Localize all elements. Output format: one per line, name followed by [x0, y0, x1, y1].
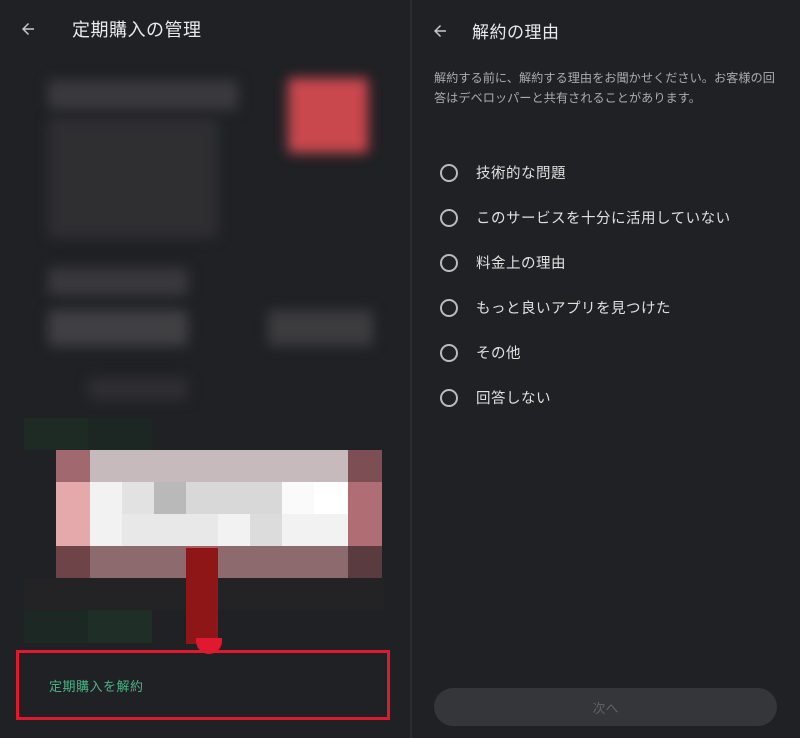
blurred-app-name — [48, 80, 238, 110]
annotation-arrow-stem — [186, 548, 218, 644]
radio-button-icon[interactable] — [440, 163, 458, 182]
reason-option-label: 回答しない — [476, 391, 551, 407]
page-title: 定期購入の管理 — [72, 20, 202, 41]
reason-option[interactable]: このサービスを十分に活用していない — [440, 195, 780, 240]
intro-text: 解約する前に、解約する理由をお聞かせください。お客様の回答はデベロッパーと共有さ… — [434, 71, 775, 105]
reason-option-label: 技術的な問題 — [476, 166, 566, 182]
reason-option[interactable]: 技術的な問題 — [440, 150, 780, 195]
reason-option[interactable]: もっと良いアプリを見つけた — [440, 285, 780, 330]
reason-options: 技術的な問題 このサービスを十分に活用していない 料金上の理由 もっと良いアプリ… — [440, 150, 780, 420]
radio-button-icon[interactable] — [440, 388, 458, 407]
reason-option[interactable]: その他 — [440, 330, 780, 375]
blurred-row-4 — [88, 378, 188, 400]
reason-option[interactable]: 回答しない — [440, 375, 780, 420]
radio-button-icon[interactable] — [440, 298, 458, 317]
reason-option[interactable]: 料金上の理由 — [440, 240, 780, 285]
cancellation-reason-panel: 解約の理由 解約する前に、解約する理由をお聞かせください。お客様の回答はデベロッ… — [412, 0, 800, 738]
reason-option-label: このサービスを十分に活用していない — [476, 211, 731, 227]
blurred-app-details — [48, 118, 218, 238]
reason-option-label: もっと良いアプリを見つけた — [476, 301, 671, 317]
blurred-row-1 — [48, 268, 188, 296]
manage-subscription-panel: 定期購入の管理 定期購入を解約 — [0, 0, 410, 738]
page-title: 解約の理由 — [472, 23, 560, 43]
radio-button-icon[interactable] — [440, 343, 458, 362]
cancel-subscription-link[interactable]: 定期購入を解約 — [49, 676, 144, 695]
blurred-row-3 — [268, 310, 373, 346]
reason-option-label: 料金上の理由 — [476, 256, 566, 272]
back-arrow-icon[interactable] — [430, 21, 450, 41]
radio-button-icon[interactable] — [440, 253, 458, 272]
blurred-row-2 — [48, 310, 188, 346]
reason-option-label: その他 — [476, 346, 521, 362]
radio-button-icon[interactable] — [440, 208, 458, 227]
back-arrow-icon[interactable] — [18, 19, 38, 39]
cancel-subscription-highlight[interactable]: 定期購入を解約 — [16, 650, 390, 720]
next-button[interactable]: 次へ — [434, 688, 777, 726]
blurred-app-icon — [288, 78, 368, 153]
